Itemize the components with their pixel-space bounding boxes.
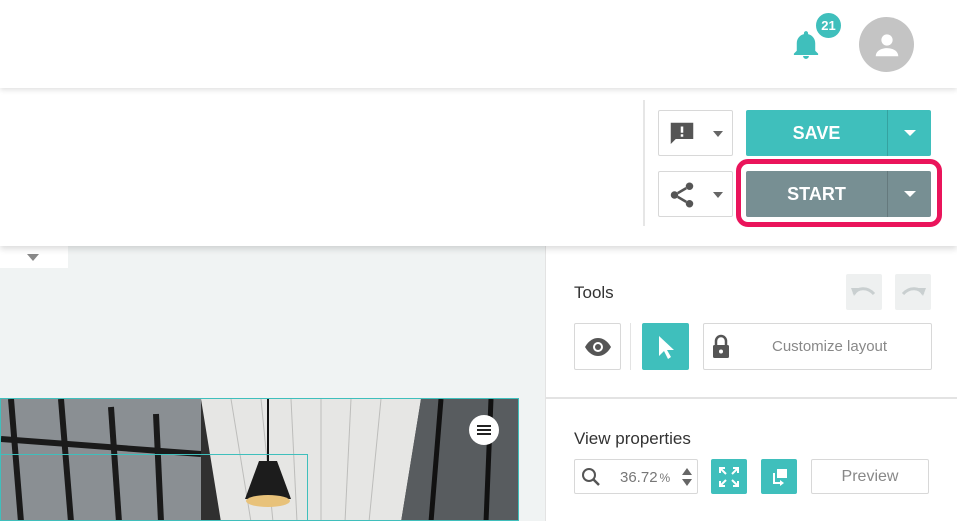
- preview-eye-button[interactable]: [574, 323, 621, 370]
- save-options-dropdown[interactable]: [888, 110, 931, 156]
- expand-icon: [719, 466, 739, 487]
- divider: [643, 100, 645, 226]
- properties-panel: Tools Customize layout View properties 3…: [545, 246, 957, 521]
- redo-button[interactable]: [895, 274, 931, 310]
- chevron-down-icon: [27, 254, 39, 261]
- canvas-area: [0, 246, 545, 521]
- collapse-tab[interactable]: [0, 246, 68, 268]
- save-split-button[interactable]: SAVE: [746, 110, 931, 156]
- customize-layout-button[interactable]: Customize layout: [703, 323, 932, 370]
- comment-dropdown-button[interactable]: [658, 110, 733, 156]
- action-bar: SAVE START: [0, 88, 957, 246]
- fit-to-screen-button[interactable]: [711, 459, 747, 494]
- tools-title: Tools: [574, 283, 614, 302]
- undo-icon: [851, 287, 876, 296]
- preview-button[interactable]: Preview: [811, 459, 929, 494]
- notification-count-badge[interactable]: 21: [814, 11, 843, 40]
- canvas-image[interactable]: [0, 398, 519, 521]
- hamburger-icon: [477, 425, 491, 435]
- comment-alert-icon: [670, 122, 694, 144]
- person-icon: [875, 33, 898, 56]
- avatar[interactable]: [859, 17, 914, 72]
- divider: [630, 323, 631, 370]
- chevron-down-icon: [903, 130, 916, 136]
- cursor-icon: [658, 335, 674, 359]
- chevron-down-icon: [903, 191, 916, 197]
- eye-icon: [584, 337, 611, 356]
- menu-icon[interactable]: [469, 415, 499, 445]
- stepper-arrows-icon[interactable]: [681, 466, 693, 488]
- layers-icon: [773, 468, 787, 486]
- start-split-button[interactable]: START: [746, 171, 931, 217]
- start-options-dropdown[interactable]: [888, 171, 931, 217]
- zoom-value: 36.72%: [620, 469, 671, 486]
- undo-button[interactable]: [846, 274, 882, 310]
- save-button[interactable]: SAVE: [746, 110, 887, 156]
- select-tool-button[interactable]: [642, 323, 689, 370]
- bell-icon[interactable]: [792, 30, 820, 60]
- lock-icon: [713, 334, 729, 358]
- search-icon: [582, 468, 600, 486]
- top-header: 21: [0, 0, 957, 88]
- redo-icon: [901, 287, 926, 296]
- layer-position-button[interactable]: [761, 459, 797, 494]
- share-dropdown-button[interactable]: [658, 171, 733, 217]
- view-properties-title: View properties: [574, 429, 691, 448]
- chevron-down-icon: [713, 131, 723, 137]
- share-icon: [670, 182, 694, 208]
- zoom-input[interactable]: 36.72%: [574, 459, 698, 494]
- chevron-down-icon: [713, 192, 723, 198]
- selection-frame[interactable]: [1, 454, 308, 520]
- start-button[interactable]: START: [746, 171, 887, 217]
- section-divider: [546, 397, 957, 399]
- customize-layout-label: Customize layout: [772, 338, 888, 355]
